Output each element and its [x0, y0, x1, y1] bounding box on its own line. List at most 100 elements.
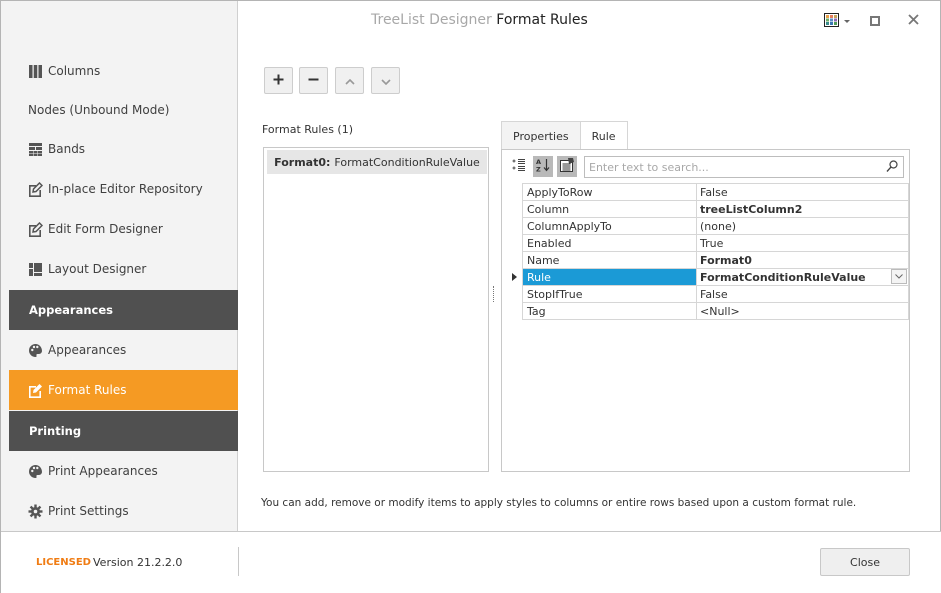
sidebar-item-columns[interactable]: Columns [9, 51, 238, 91]
sidebar-item-nodes[interactable]: Nodes (Unbound Mode) [9, 90, 238, 130]
sidebar-item-label: Format Rules [48, 383, 127, 397]
sidebar-item-print-appearances[interactable]: Print Appearances [9, 451, 238, 491]
move-up-button[interactable] [335, 67, 364, 94]
sidebar-item-label: Columns [48, 64, 101, 78]
bands-icon [28, 142, 43, 157]
property-value[interactable]: False [697, 184, 909, 200]
hint-text: You can add, remove or modify items to a… [261, 497, 857, 509]
window-title: TreeList Designer Format Rules [371, 12, 588, 28]
group-header-printing: Printing [9, 411, 238, 451]
categorized-icon [512, 158, 526, 175]
sidebar-item-layout-designer[interactable]: Layout Designer [9, 249, 238, 289]
tab-properties[interactable]: Properties [501, 121, 581, 150]
minus-icon [308, 74, 319, 88]
property-pages-icon [559, 157, 575, 176]
sidebar-item-appearances[interactable]: Appearances [9, 330, 238, 370]
sidebar-item-edit-form-designer[interactable]: Edit Form Designer [9, 209, 238, 249]
property-row-stop-if-true[interactable]: StopIfTrue False [523, 286, 909, 303]
version-label: Version 21.2.2.0 [93, 556, 183, 569]
edit-icon [28, 181, 43, 197]
palette-icon [28, 464, 43, 479]
palette-grid-icon [824, 12, 839, 30]
property-row-tag[interactable]: Tag <Null> [523, 303, 909, 320]
layout-icon [28, 262, 43, 277]
property-row-column-apply-to[interactable]: ColumnApplyTo (none) [523, 218, 909, 235]
property-row-column[interactable]: Column treeListColumn2 [523, 201, 909, 218]
sidebar-item-label: Nodes (Unbound Mode) [28, 103, 170, 117]
property-value[interactable]: treeListColumn2 [697, 201, 909, 217]
close-window-button[interactable] [903, 11, 923, 31]
sidebar-item-label: Layout Designer [48, 262, 147, 276]
move-down-button[interactable] [371, 67, 400, 94]
property-value: FormatConditionRuleValue [700, 270, 866, 284]
list-item[interactable]: Format0: FormatConditionRuleValue [267, 150, 487, 174]
property-row-apply-to-row[interactable]: ApplyToRow False [523, 184, 909, 201]
sidebar-item-label: Print Appearances [48, 464, 158, 478]
close-button[interactable]: Close [820, 548, 910, 576]
sidebar-item-editor-repository[interactable]: In-place Editor Repository [9, 169, 238, 209]
tab-rule[interactable]: Rule [580, 121, 628, 150]
sidebar-item-label: Edit Form Designer [48, 222, 163, 236]
categorized-view-button[interactable] [509, 156, 529, 177]
property-name: Rule [523, 269, 697, 285]
sidebar-item-label: In-place Editor Repository [48, 182, 203, 196]
sort-az-icon: AZ [535, 157, 551, 176]
title-prefix: TreeList Designer [371, 12, 492, 28]
remove-rule-button[interactable] [299, 67, 328, 94]
group-header-appearances: Appearances [9, 290, 238, 330]
maximize-icon [870, 16, 880, 26]
sidebar-item-label: Bands [48, 142, 86, 156]
property-search-box [584, 156, 904, 178]
add-rule-button[interactable] [264, 67, 293, 94]
edit-icon [28, 221, 43, 237]
search-input[interactable] [589, 160, 879, 174]
property-value[interactable]: Format0 [697, 252, 909, 268]
current-row-indicator [512, 273, 517, 281]
sidebar-item-label: Appearances [48, 343, 127, 357]
property-value[interactable]: <Null> [697, 303, 909, 319]
property-value[interactable]: True [697, 235, 909, 251]
format-rules-label: Format Rules (1) [262, 123, 354, 136]
property-row-rule[interactable]: Rule FormatConditionRuleValue [523, 269, 909, 286]
property-pages-button[interactable] [557, 156, 577, 177]
property-name: Column [523, 201, 697, 217]
plus-icon [273, 74, 284, 88]
property-row-enabled[interactable]: Enabled True [523, 235, 909, 252]
property-name: Tag [523, 303, 697, 319]
close-icon [907, 14, 919, 28]
gear-icon [28, 504, 43, 519]
rule-name: Format0: [274, 155, 331, 169]
format-rules-list[interactable]: Format0: FormatConditionRuleValue [263, 147, 489, 472]
sidebar: Columns Nodes (Unbound Mode) Bands In-pl… [1, 1, 238, 531]
property-name: Enabled [523, 235, 697, 251]
property-tabs: Properties Rule [501, 121, 628, 150]
edit-icon [28, 383, 43, 398]
chevron-down-icon [844, 19, 850, 23]
sidebar-item-print-settings[interactable]: Print Settings [9, 491, 238, 531]
property-name: Name [523, 252, 697, 268]
panel-splitter[interactable] [493, 286, 495, 302]
property-value-wrap[interactable]: FormatConditionRuleValue [697, 269, 909, 285]
chevron-down-icon [380, 74, 391, 88]
property-name: ApplyToRow [523, 184, 697, 200]
property-row-name[interactable]: Name Format0 [523, 252, 909, 269]
skin-selector-button[interactable] [821, 11, 853, 31]
property-grid: ApplyToRow False Column treeListColumn2 … [522, 183, 909, 320]
search-icon[interactable] [886, 160, 898, 176]
rule-type: FormatConditionRuleValue [334, 155, 480, 169]
svg-text:Z: Z [536, 166, 541, 174]
sidebar-item-label: Print Settings [48, 504, 129, 518]
property-value[interactable]: False [697, 286, 909, 302]
maximize-button[interactable] [865, 11, 885, 31]
alphabetical-sort-button[interactable]: AZ [533, 156, 553, 177]
property-name: StopIfTrue [523, 286, 697, 302]
property-value[interactable]: (none) [697, 218, 909, 234]
designer-window: Columns Nodes (Unbound Mode) Bands In-pl… [0, 0, 941, 593]
licensed-label: LICENSED [36, 557, 91, 568]
palette-icon [28, 343, 43, 358]
footer-divider [238, 547, 239, 576]
chevron-up-icon [344, 74, 355, 88]
sidebar-item-format-rules[interactable]: Format Rules [9, 370, 238, 410]
sidebar-item-bands[interactable]: Bands [9, 129, 238, 169]
dropdown-button[interactable] [891, 269, 907, 284]
